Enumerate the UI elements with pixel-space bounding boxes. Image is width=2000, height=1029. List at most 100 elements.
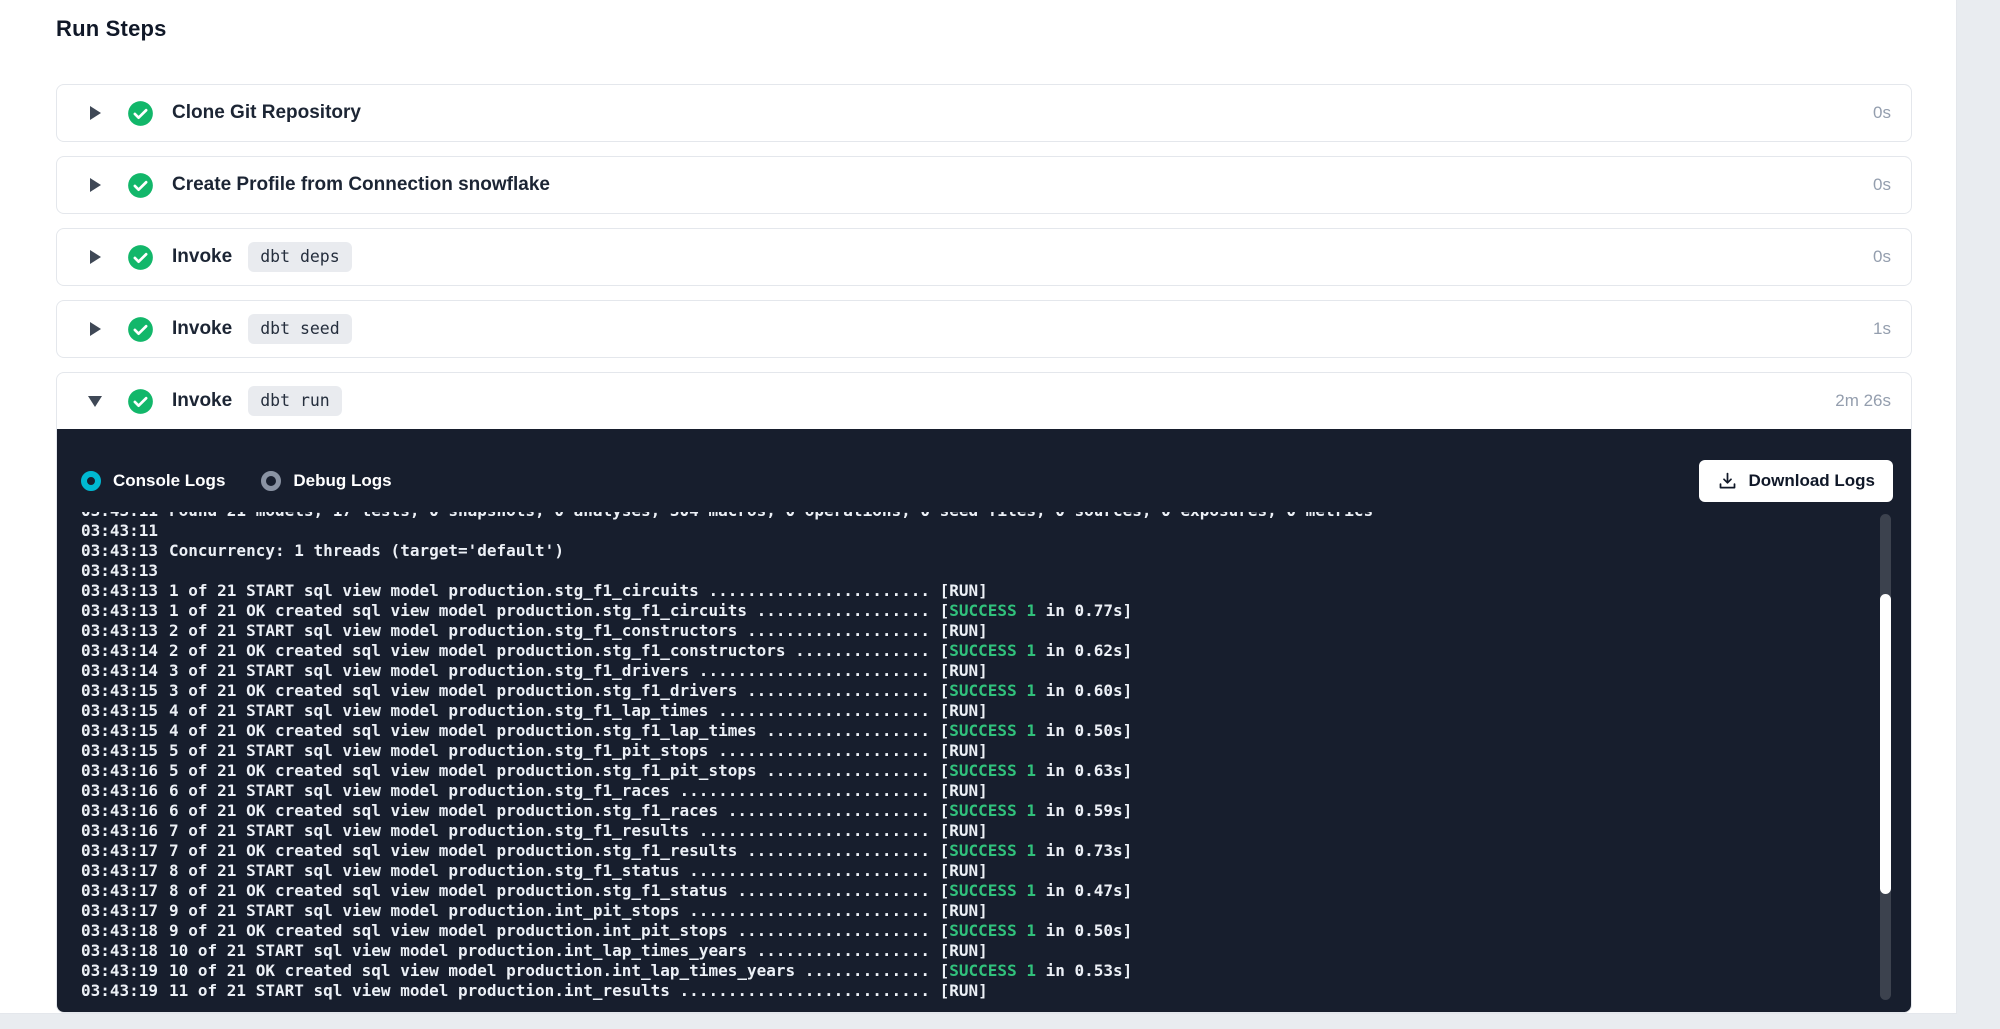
- log-timestamp: 03:43:16: [81, 781, 169, 801]
- log-message: 8 of 21 OK created sql view model produc…: [169, 881, 1132, 900]
- log-message: 4 of 21 OK created sql view model produc…: [169, 721, 1132, 740]
- step-label: Create Profile from Connection snowflake: [172, 174, 550, 196]
- log-timestamp: 03:43:18: [81, 921, 169, 941]
- run-step-header[interactable]: Invoke dbt deps 0s: [57, 229, 1911, 285]
- log-timestamp: 03:43:17: [81, 901, 169, 921]
- step-label: Invoke: [172, 318, 232, 340]
- chevron-right-icon[interactable]: [90, 106, 101, 120]
- chevron-right-icon[interactable]: [90, 250, 101, 264]
- log-timestamp: 03:43:13: [81, 561, 169, 581]
- chevron-box[interactable]: [87, 322, 103, 336]
- download-logs-button[interactable]: Download Logs: [1699, 460, 1893, 502]
- log-timestamp: 03:43:16: [81, 801, 169, 821]
- chevron-box[interactable]: [87, 250, 103, 264]
- run-step-header[interactable]: Invoke dbt run 2m 26s: [57, 373, 1911, 429]
- log-line: 03:43:1911 of 21 START sql view model pr…: [81, 981, 1911, 1001]
- log-line: 03:43:155 of 21 START sql view model pro…: [81, 741, 1911, 761]
- success-check-icon: [127, 316, 154, 343]
- step-duration: 1s: [1873, 319, 1891, 339]
- chevron-box[interactable]: [87, 178, 103, 192]
- log-message: 3 of 21 START sql view model production.…: [169, 661, 988, 680]
- log-panel-header: Console Logs Debug Logs Download Logs: [81, 459, 1893, 503]
- log-line: 03:43:166 of 21 START sql view model pro…: [81, 781, 1911, 801]
- run-steps-list: Clone Git Repository 0s Create Profile f…: [56, 84, 1912, 1013]
- run-step-header[interactable]: Clone Git Repository 0s: [57, 85, 1911, 141]
- log-line: 03:43:1910 of 21 OK created sql view mod…: [81, 961, 1911, 981]
- run-step: Invoke dbt run 2m 26s Console Logs Debug …: [56, 372, 1912, 1013]
- radio-selected-icon[interactable]: [81, 471, 101, 491]
- log-message: 6 of 21 START sql view model production.…: [169, 781, 988, 800]
- log-message: 7 of 21 OK created sql view model produc…: [169, 841, 1132, 860]
- log-timestamp: 03:43:16: [81, 821, 169, 841]
- log-timestamp: 03:43:19: [81, 961, 169, 981]
- log-timestamp: 03:43:13: [81, 541, 169, 561]
- log-message: 2 of 21 OK created sql view model produc…: [169, 641, 1132, 660]
- log-timestamp: 03:43:13: [81, 601, 169, 621]
- log-scrollbar-thumb[interactable]: [1880, 594, 1891, 894]
- log-line: 03:43:179 of 21 START sql view model pro…: [81, 901, 1911, 921]
- log-message: 6 of 21 OK created sql view model produc…: [169, 801, 1132, 820]
- run-step-header[interactable]: Invoke dbt seed 1s: [57, 301, 1911, 357]
- radio-unselected-icon[interactable]: [261, 471, 281, 491]
- log-line: 03:43:11: [81, 521, 1911, 541]
- download-icon: [1717, 471, 1738, 492]
- success-check-icon: [127, 172, 154, 199]
- log-message: 9 of 21 OK created sql view model produc…: [169, 921, 1132, 940]
- log-message: 1 of 21 OK created sql view model produc…: [169, 601, 1132, 620]
- chevron-right-icon[interactable]: [90, 322, 101, 336]
- step-command-badge: dbt seed: [248, 314, 351, 344]
- success-check-icon: [127, 388, 154, 415]
- log-timestamp: 03:43:19: [81, 981, 169, 1001]
- log-timestamp: 03:43:15: [81, 721, 169, 741]
- log-line: 03:43:13Concurrency: 1 threads (target='…: [81, 541, 1911, 561]
- run-step-header[interactable]: Create Profile from Connection snowflake…: [57, 157, 1911, 213]
- log-timestamp: 03:43:14: [81, 661, 169, 681]
- log-message: 2 of 21 START sql view model production.…: [169, 621, 988, 640]
- log-line: 03:43:11Found 21 models, 17 tests, 0 sna…: [81, 512, 1911, 521]
- log-message: 8 of 21 START sql view model production.…: [169, 861, 988, 880]
- console-logs-radio[interactable]: Console Logs: [81, 471, 225, 491]
- log-timestamp: 03:43:15: [81, 741, 169, 761]
- chevron-box[interactable]: [87, 396, 103, 407]
- log-line: 03:43:153 of 21 OK created sql view mode…: [81, 681, 1911, 701]
- log-scrollbar-track[interactable]: [1880, 514, 1891, 1000]
- log-line: 03:43:131 of 21 OK created sql view mode…: [81, 601, 1911, 621]
- debug-logs-radio[interactable]: Debug Logs: [261, 471, 391, 491]
- log-timestamp: 03:43:15: [81, 701, 169, 721]
- log-message: 5 of 21 START sql view model production.…: [169, 741, 988, 760]
- log-timestamp: 03:43:11: [81, 512, 169, 521]
- log-message: 10 of 21 OK created sql view model produ…: [169, 961, 1132, 980]
- chevron-box[interactable]: [87, 106, 103, 120]
- run-step: Invoke dbt seed 1s: [56, 300, 1912, 358]
- log-message: 1 of 21 START sql view model production.…: [169, 581, 988, 600]
- step-label: Invoke: [172, 246, 232, 268]
- log-message: 4 of 21 START sql view model production.…: [169, 701, 988, 720]
- log-timestamp: 03:43:14: [81, 641, 169, 661]
- log-line: 03:43:142 of 21 OK created sql view mode…: [81, 641, 1911, 661]
- log-line: 03:43:13: [81, 561, 1911, 581]
- log-message: 11 of 21 START sql view model production…: [169, 981, 988, 1000]
- log-message: 5 of 21 OK created sql view model produc…: [169, 761, 1132, 780]
- log-line: 03:43:154 of 21 START sql view model pro…: [81, 701, 1911, 721]
- chevron-right-icon[interactable]: [90, 178, 101, 192]
- success-check-icon: [127, 244, 154, 271]
- log-timestamp: 03:43:18: [81, 941, 169, 961]
- success-check-icon: [127, 100, 154, 127]
- log-timestamp: 03:43:17: [81, 841, 169, 861]
- step-command-badge: dbt deps: [248, 242, 351, 272]
- chevron-down-icon[interactable]: [88, 396, 102, 407]
- log-line: 03:43:167 of 21 START sql view model pro…: [81, 821, 1911, 841]
- log-line: 03:43:178 of 21 OK created sql view mode…: [81, 881, 1911, 901]
- log-message: 9 of 21 START sql view model production.…: [169, 901, 988, 920]
- log-timestamp: 03:43:15: [81, 681, 169, 701]
- step-duration: 0s: [1873, 103, 1891, 123]
- log-message: Found 21 models, 17 tests, 0 snapshots, …: [169, 512, 1373, 520]
- console-log-output[interactable]: 03:43:11Found 21 models, 17 tests, 0 sna…: [57, 512, 1911, 1004]
- log-message: Concurrency: 1 threads (target='default'…: [169, 541, 564, 560]
- log-timestamp: 03:43:13: [81, 621, 169, 641]
- log-line: 03:43:178 of 21 START sql view model pro…: [81, 861, 1911, 881]
- run-step: Create Profile from Connection snowflake…: [56, 156, 1912, 214]
- page-title: Run Steps: [56, 16, 167, 42]
- step-duration: 2m 26s: [1835, 391, 1891, 411]
- log-timestamp: 03:43:17: [81, 861, 169, 881]
